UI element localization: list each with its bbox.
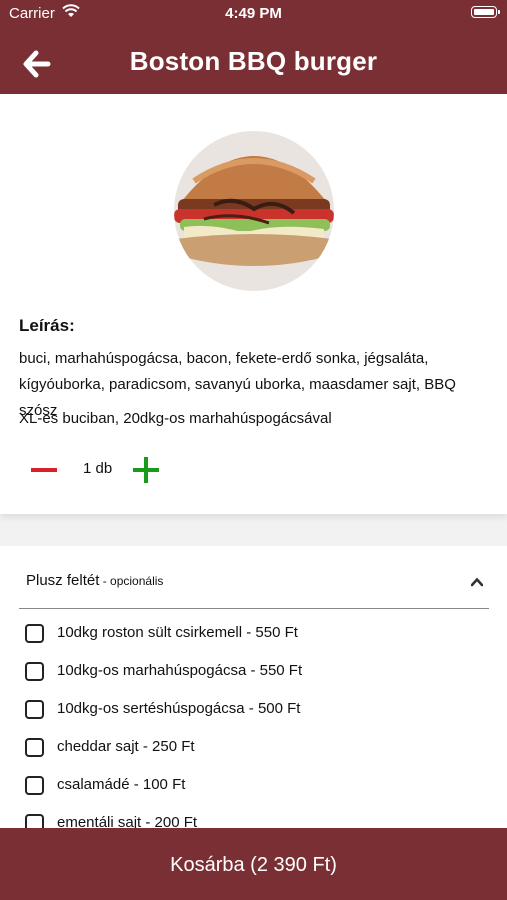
chevron-up-icon[interactable] (471, 576, 483, 588)
add-to-cart-button[interactable]: Kosárba (2 390 Ft) (0, 828, 507, 900)
options-title: Plusz feltét - opcionális (26, 572, 164, 589)
options-panel: Plusz feltét - opcionális 10dkg roston s… (0, 546, 507, 836)
battery-icon (471, 6, 500, 18)
page-title: Boston BBQ burger (129, 46, 378, 76)
option-item[interactable]: 10dkg-os marhahúspogácsa - 550 Ft (25, 658, 485, 696)
option-checkbox[interactable] (25, 700, 44, 719)
header-bar: Carrier 4:49 PM Boston BBQ burger (0, 0, 507, 94)
options-header[interactable]: Plusz feltét - opcionális (19, 546, 489, 609)
option-checkbox[interactable] (25, 624, 44, 643)
option-item[interactable]: 10dkg roston sült csirkemell - 550 Ft (25, 620, 485, 658)
minus-button[interactable] (31, 468, 57, 472)
option-label: 10dkg-os sertéshúspogácsa - 500 Ft (57, 700, 301, 717)
option-checkbox[interactable] (25, 662, 44, 681)
option-label: 10dkg-os marhahúspogácsa - 550 Ft (57, 662, 303, 679)
description-label: Leírás: (19, 316, 75, 335)
status-bar: Carrier 4:49 PM (0, 0, 507, 30)
size-note: XL-es buciban, 20dkg-os marhahúspogácsáv… (19, 410, 332, 427)
option-label: 10dkg roston sült csirkemell - 550 Ft (57, 624, 298, 641)
product-card: Leírás: buci, marhahúspogácsa, bacon, fe… (0, 94, 507, 514)
option-item[interactable]: 10dkg-os sertéshúspogácsa - 500 Ft (25, 696, 485, 734)
options-list: 10dkg roston sült csirkemell - 550 Ft 10… (25, 620, 485, 848)
quantity-stepper: 1 db (19, 452, 219, 488)
status-time: 4:49 PM (225, 5, 282, 22)
option-label: cheddar sajt - 250 Ft (57, 738, 195, 755)
option-label: csalamádé - 100 Ft (57, 776, 186, 793)
option-checkbox[interactable] (25, 738, 44, 757)
plus-button[interactable] (133, 457, 159, 483)
product-image (174, 131, 334, 291)
option-checkbox[interactable] (25, 776, 44, 795)
add-to-cart-label: Kosárba (2 390 Ft) (170, 854, 337, 876)
quantity-value: 1 db (83, 460, 113, 477)
option-item[interactable]: csalamádé - 100 Ft (25, 772, 485, 810)
option-item[interactable]: cheddar sajt - 250 Ft (25, 734, 485, 772)
options-subtitle: - opcionális (99, 574, 164, 588)
